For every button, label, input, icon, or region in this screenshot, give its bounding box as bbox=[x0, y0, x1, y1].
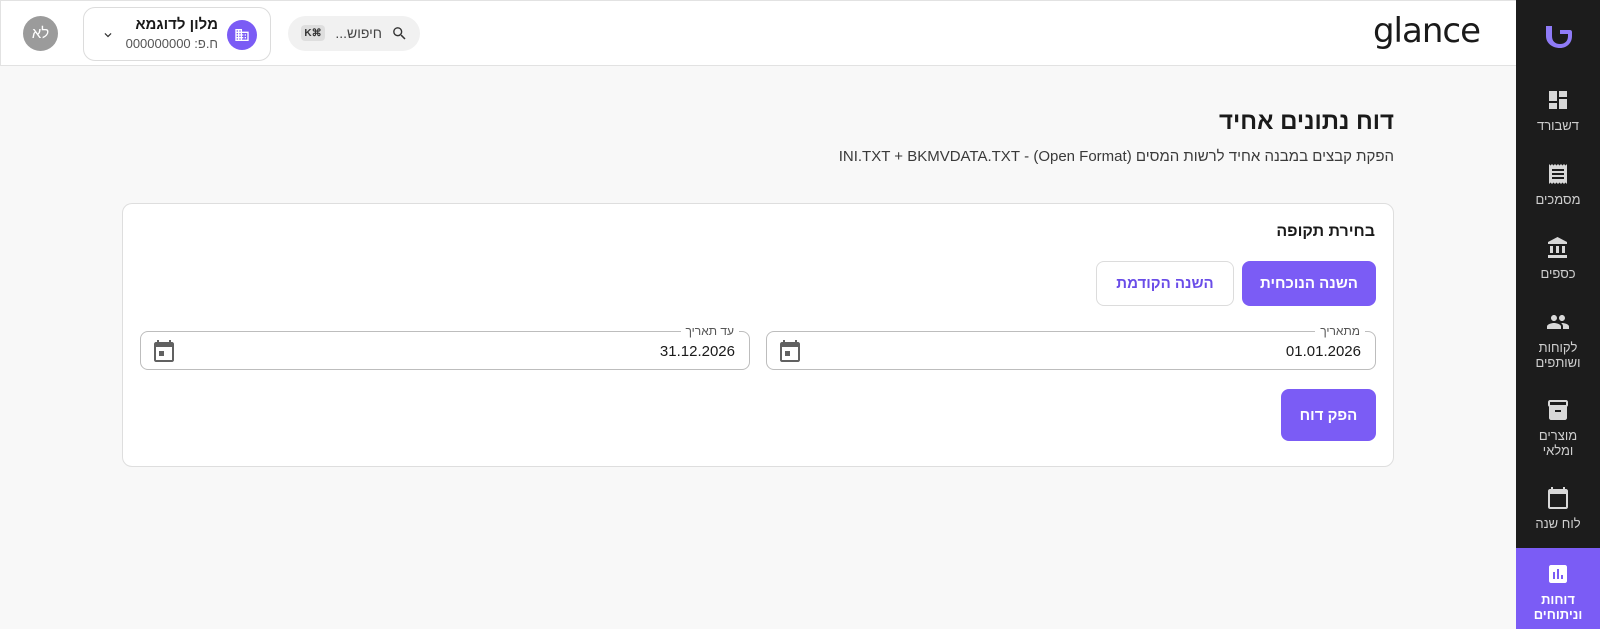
people-icon bbox=[1547, 315, 1569, 329]
business-name: מלון לדוגמא bbox=[135, 16, 218, 33]
sidebar: דשבורד מסמכים כספים לקוחות ושותפים מוצרי… bbox=[1516, 0, 1600, 629]
to-date-field[interactable]: עד תאריך 31.12.2026 bbox=[140, 324, 750, 370]
sidebar-item-customers[interactable]: לקוחות ושותפים bbox=[1516, 310, 1600, 372]
to-date-value: 31.12.2026 bbox=[659, 343, 735, 360]
sidebar-item-label: דשבורד bbox=[1537, 118, 1579, 133]
from-date-field[interactable]: מתאריך 01.01.2026 bbox=[766, 324, 1376, 370]
sidebar-item-label: כספים bbox=[1540, 266, 1576, 281]
page-title: דוח נתונים אחיד bbox=[1219, 108, 1394, 135]
chevron-down-icon bbox=[104, 33, 112, 38]
from-date-value: 01.01.2026 bbox=[1285, 343, 1361, 360]
top-header: glance חיפוש... K⌘ מלון לדוגמא ח.פ: 0000… bbox=[0, 0, 1516, 66]
from-date-label: מתאריך bbox=[1315, 324, 1365, 338]
to-date-label: עד תאריך bbox=[680, 324, 739, 338]
calendar-icon[interactable] bbox=[778, 339, 802, 363]
period-selection-card: בחירת תקופה השנה הנוכחית השנה הקודמת מתא… bbox=[122, 203, 1394, 467]
search-placeholder: חיפוש... bbox=[335, 25, 382, 41]
card-title: בחירת תקופה bbox=[1276, 223, 1375, 240]
sidebar-item-finance[interactable]: כספים bbox=[1516, 236, 1600, 284]
calendar-icon bbox=[1548, 487, 1568, 509]
brand-logo[interactable]: glance bbox=[1373, 11, 1481, 51]
sidebar-item-dashboard[interactable]: דשבורד bbox=[1516, 88, 1600, 136]
sidebar-item-calendar[interactable]: לוח שנה bbox=[1516, 486, 1600, 534]
sidebar-item-label: מוצרים ומלאי bbox=[1538, 428, 1578, 458]
generate-report-button[interactable]: הפק דוח bbox=[1281, 389, 1376, 441]
sidebar-item-products[interactable]: מוצרים ומלאי bbox=[1516, 398, 1600, 460]
receipt-icon bbox=[1549, 164, 1567, 184]
search-icon bbox=[393, 27, 406, 40]
business-selector[interactable]: מלון לדוגמא ח.פ: 000000000 bbox=[83, 7, 271, 61]
sidebar-item-label: לקוחות ושותפים bbox=[1535, 340, 1581, 370]
sidebar-item-label: דוחות וניתוחים bbox=[1533, 592, 1583, 622]
page-subtitle: הפקת קבצים במבנה אחיד לרשות המסים (Open … bbox=[838, 148, 1394, 165]
bar-chart-icon bbox=[1549, 565, 1567, 583]
avatar[interactable]: לא bbox=[23, 16, 58, 51]
business-id: ח.פ: 000000000 bbox=[125, 36, 218, 51]
sidebar-item-label: לוח שנה bbox=[1535, 516, 1581, 531]
sidebar-item-reports[interactable]: דוחות וניתוחים bbox=[1516, 548, 1600, 629]
archive-icon bbox=[1548, 400, 1568, 420]
dashboard-icon bbox=[1549, 91, 1567, 109]
calendar-icon[interactable] bbox=[152, 339, 176, 363]
sidebar-item-documents[interactable]: מסמכים bbox=[1516, 162, 1600, 210]
current-year-button[interactable]: השנה הנוכחית bbox=[1242, 261, 1376, 306]
bank-icon bbox=[1548, 237, 1567, 258]
building-icon bbox=[227, 20, 257, 50]
app-logo-icon[interactable] bbox=[1542, 20, 1574, 52]
search-input[interactable]: חיפוש... K⌘ bbox=[288, 16, 420, 51]
shortcut-badge: K⌘ bbox=[301, 25, 325, 41]
sidebar-item-label: מסמכים bbox=[1535, 192, 1581, 207]
previous-year-button[interactable]: השנה הקודמת bbox=[1096, 261, 1234, 306]
